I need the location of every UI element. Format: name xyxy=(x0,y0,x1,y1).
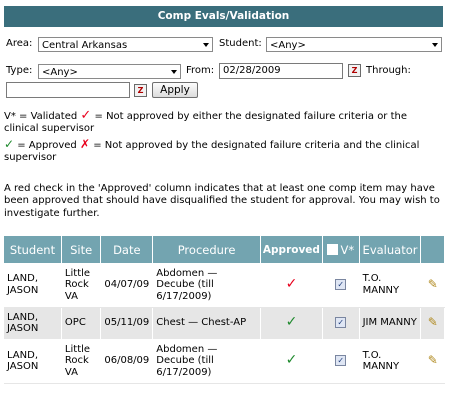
page-title: Comp Evals/Validation xyxy=(4,6,443,27)
legend-approved: ✓ = Approved ✗ = Not approved by the des… xyxy=(4,138,444,164)
cell-site: Little Rock VA xyxy=(61,263,102,308)
legend-approved-text: = Approved xyxy=(17,140,77,151)
table-header-row: Student Site Date Procedure Approved V* … xyxy=(4,236,445,263)
cell-date: 06/08/09 xyxy=(100,339,154,384)
through-calendar-icon[interactable]: Z xyxy=(134,84,147,97)
legend-validated-prefix: V* = Validated xyxy=(4,111,78,122)
cell-site: Little Rock VA xyxy=(61,339,102,384)
cell-student: LAND, JASON xyxy=(4,307,62,340)
cell-evaluator: T.O. MANNY xyxy=(359,339,422,384)
green-check-icon: ✓ xyxy=(4,137,15,151)
cell-edit: ✎ xyxy=(420,307,445,340)
through-date-input[interactable] xyxy=(6,82,130,98)
from-calendar-icon[interactable]: Z xyxy=(348,64,361,77)
cell-date: 05/11/09 xyxy=(100,307,154,340)
col-header-date: Date xyxy=(100,236,154,263)
cell-date: 04/07/09 xyxy=(100,263,154,308)
red-x-icon: ✗ xyxy=(79,137,91,151)
apply-button[interactable]: Apply xyxy=(152,82,198,98)
student-label: Student: xyxy=(219,38,262,49)
validated-checkbox[interactable]: ✓ xyxy=(335,317,347,329)
green-check-icon: ✓ xyxy=(285,313,298,330)
table-row[interactable]: LAND, JASON OPC 05/11/09 Chest — Chest-A… xyxy=(4,307,445,340)
chevron-down-icon xyxy=(432,43,438,47)
select-all-checkbox[interactable] xyxy=(327,243,339,255)
through-label: Through: xyxy=(366,65,411,76)
col-header-validated-label: V* xyxy=(340,242,355,257)
col-header-procedure: Procedure xyxy=(152,236,261,263)
cell-validated: ✓ xyxy=(322,339,360,384)
cell-procedure: Chest — Chest-AP xyxy=(152,307,261,340)
red-check-icon: ✓ xyxy=(285,275,298,292)
cell-validated: ✓ xyxy=(322,263,360,308)
validated-checkbox[interactable]: ✓ xyxy=(335,355,347,367)
area-select-value: Central Arkansas xyxy=(42,40,128,51)
table-row[interactable]: LAND, JASON Little Rock VA 04/07/09 Abdo… xyxy=(4,263,445,308)
green-check-icon: ✓ xyxy=(285,351,298,368)
col-header-evaluator: Evaluator xyxy=(359,236,422,263)
area-label: Area: xyxy=(6,38,33,49)
chevron-down-icon xyxy=(203,43,209,47)
col-header-edit xyxy=(420,236,445,263)
cell-procedure: Abdomen — Decube (till 6/17/2009) xyxy=(152,263,261,308)
edit-icon[interactable]: ✎ xyxy=(428,315,438,329)
cell-approved: ✓ xyxy=(260,339,323,384)
info-text: A red check in the 'Approved' column ind… xyxy=(4,183,440,219)
cell-validated: ✓ xyxy=(322,307,360,340)
validated-checkbox[interactable]: ✓ xyxy=(335,279,347,290)
chevron-down-icon xyxy=(171,70,177,74)
cell-student: LAND, JASON xyxy=(4,339,62,384)
cell-approved: ✓ xyxy=(260,263,323,308)
from-date-input[interactable]: 02/28/2009 xyxy=(219,63,343,79)
col-header-student: Student xyxy=(4,236,62,263)
col-header-site: Site xyxy=(61,236,102,263)
cell-evaluator: JIM MANNY xyxy=(359,307,422,340)
legend-validated: V* = Validated ✓ = Not approved by eithe… xyxy=(4,108,444,135)
student-select[interactable]: <Any> xyxy=(266,37,442,52)
type-label: Type: xyxy=(6,65,33,76)
cell-approved: ✓ xyxy=(260,307,323,340)
type-select-value: <Any> xyxy=(42,67,78,78)
cell-edit: ✎ xyxy=(420,263,445,308)
type-select[interactable]: <Any> xyxy=(38,64,181,79)
from-label: From: xyxy=(186,65,215,76)
cell-edit: ✎ xyxy=(420,339,445,384)
cell-evaluator: T.O. MANNY xyxy=(359,263,422,308)
edit-icon[interactable]: ✎ xyxy=(428,353,438,367)
cell-student: LAND, JASON xyxy=(4,263,62,308)
red-check-icon: ✓ xyxy=(80,108,92,123)
col-header-validated: V* xyxy=(322,236,360,263)
col-header-approved: Approved xyxy=(260,236,323,263)
comp-evals-table: Student Site Date Procedure Approved V* … xyxy=(4,236,445,384)
cell-site: OPC xyxy=(61,307,102,340)
area-select[interactable]: Central Arkansas xyxy=(38,37,213,52)
cell-procedure: Abdomen — Decube (till 6/17/2009) xyxy=(152,339,261,384)
table-row[interactable]: LAND, JASON Little Rock VA 06/08/09 Abdo… xyxy=(4,339,445,384)
edit-icon[interactable]: ✎ xyxy=(428,277,438,291)
student-select-value: <Any> xyxy=(270,40,306,51)
